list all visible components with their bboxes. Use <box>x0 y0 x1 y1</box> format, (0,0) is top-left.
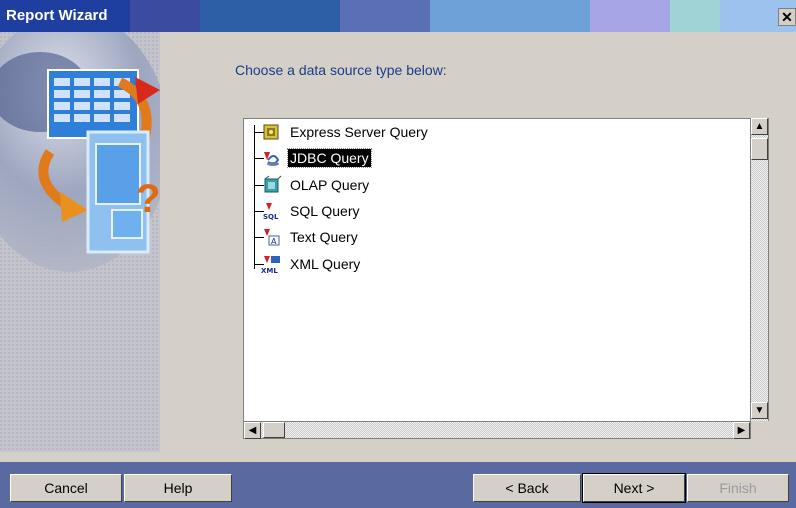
express-server-icon <box>260 122 282 142</box>
title-segment <box>130 0 200 32</box>
scrollbar-corner <box>751 421 769 439</box>
svg-text:A: A <box>271 237 277 246</box>
scroll-right-button[interactable]: ▶ <box>733 422 750 439</box>
vertical-scrollbar[interactable]: ▲ ▼ <box>751 118 769 421</box>
next-button[interactable]: Next > <box>582 473 686 503</box>
help-button[interactable]: Help <box>124 474 232 502</box>
scroll-down-button[interactable]: ▼ <box>751 402 768 419</box>
svg-text:?: ? <box>136 177 160 221</box>
finish-button[interactable]: Finish <box>687 474 789 502</box>
vertical-scroll-thumb[interactable] <box>751 138 768 160</box>
scroll-left-button[interactable]: ◀ <box>244 422 261 439</box>
text-query-icon: A <box>260 227 282 247</box>
svg-text:XML: XML <box>261 267 278 274</box>
tree-item-sql-query[interactable]: SQL SQL Query <box>260 199 362 223</box>
wizard-illustration-icon: ? <box>0 32 160 452</box>
arrow-left-icon: ◀ <box>248 425 257 436</box>
xml-icon: XML <box>260 254 282 275</box>
arrow-down-icon: ▼ <box>754 405 765 416</box>
sql-icon: SQL <box>260 201 282 221</box>
title-bar <box>0 0 796 32</box>
window-title: Report Wizard <box>6 7 108 24</box>
back-button[interactable]: < Back <box>473 474 581 502</box>
tree-item-xml-query[interactable]: XML XML Query <box>260 252 362 276</box>
data-source-tree[interactable]: Express Server Query JDBC Query OLAP Que… <box>243 118 751 439</box>
tree-item-express-server-query[interactable]: Express Server Query <box>260 120 430 144</box>
title-segment <box>670 0 720 32</box>
title-segment <box>430 0 590 32</box>
horizontal-scroll-thumb[interactable] <box>263 422 285 438</box>
instruction-text: Choose a data source type below: <box>235 62 447 78</box>
svg-text:SQL: SQL <box>263 213 279 221</box>
title-segment <box>340 0 430 32</box>
title-segment <box>590 0 670 32</box>
report-wizard-window: Report Wizard ✕ ? Choose a data source t… <box>0 0 796 508</box>
tree-item-jdbc-query[interactable]: JDBC Query <box>260 146 372 170</box>
close-button[interactable]: ✕ <box>778 8 796 26</box>
scroll-up-button[interactable]: ▲ <box>751 118 768 135</box>
title-segment <box>200 0 340 32</box>
jdbc-icon <box>260 148 282 168</box>
arrow-up-icon: ▲ <box>754 121 765 132</box>
tree-item-text-query[interactable]: A Text Query <box>260 225 360 249</box>
cancel-button[interactable]: Cancel <box>10 474 122 502</box>
arrow-right-icon: ▶ <box>737 425 746 436</box>
close-icon: ✕ <box>781 9 793 25</box>
olap-icon <box>260 175 282 195</box>
tree-item-olap-query[interactable]: OLAP Query <box>260 173 371 197</box>
tree-connector <box>254 125 255 269</box>
horizontal-scrollbar[interactable]: ◀ ▶ <box>243 421 751 439</box>
wizard-graphic: ? <box>0 32 160 452</box>
